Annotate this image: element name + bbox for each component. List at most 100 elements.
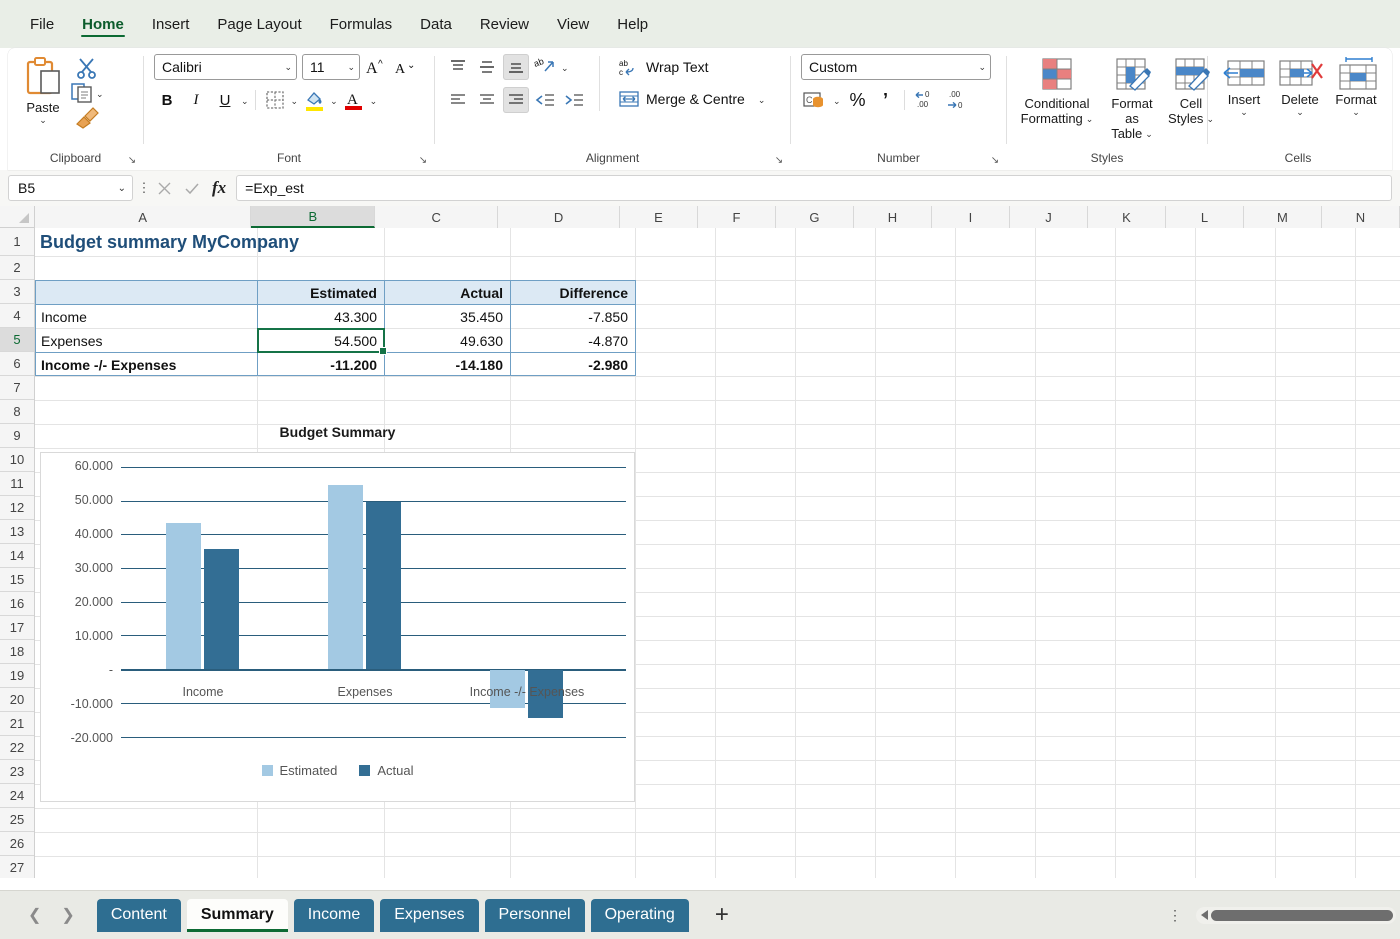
row-header-19[interactable]: 19 <box>0 664 34 688</box>
row-header-2[interactable]: 2 <box>0 256 34 280</box>
chart-bar-expenses-actual[interactable] <box>366 502 401 669</box>
chevron-down-icon[interactable]: ⌄ <box>1086 115 1094 124</box>
decrease-font-size-button[interactable]: A ⌄ <box>394 55 418 79</box>
ribbon-tab-view[interactable]: View <box>545 10 601 38</box>
row-header-23[interactable]: 23 <box>0 760 34 784</box>
table-header-cell-blank[interactable] <box>36 281 257 304</box>
horizontal-scrollbar[interactable] <box>1196 906 1396 924</box>
column-header-i[interactable]: I <box>931 206 1010 228</box>
row-header-22[interactable]: 22 <box>0 736 34 760</box>
number-dialog-launcher[interactable]: ↘ <box>988 154 1002 168</box>
sheet-tab-summary[interactable]: Summary <box>186 898 288 932</box>
row-header-10[interactable]: 10 <box>0 448 34 472</box>
row-header-6[interactable]: 6 <box>0 352 34 376</box>
chart-container[interactable]: Budget Summary 60.000 50.000 40.000 30.0… <box>40 424 635 802</box>
row-header-14[interactable]: 14 <box>0 544 34 568</box>
fill-color-button[interactable] <box>301 86 327 114</box>
chevron-down-icon[interactable]: ⌄ <box>39 116 47 125</box>
chart-legend-item-estimated[interactable]: Estimated <box>261 763 337 778</box>
format-as-table-button[interactable]: Format as Table ⌄ <box>1101 54 1163 143</box>
borders-chevron-down-icon[interactable]: ⌄ <box>291 96 299 105</box>
next-sheet-icon[interactable]: ❯ <box>61 905 74 925</box>
sheet-options-icon[interactable]: ⋮ <box>1154 908 1196 922</box>
chevron-down-icon[interactable]: ⌄ <box>1352 108 1360 117</box>
cut-button[interactable] <box>70 57 104 79</box>
paste-button[interactable]: Paste ⌄ <box>18 54 68 129</box>
align-left-button[interactable] <box>445 87 471 113</box>
table-cell-total-difference[interactable]: -2.980 <box>511 353 635 376</box>
cancel-entry-icon[interactable] <box>157 181 172 196</box>
ribbon-tab-formulas[interactable]: Formulas <box>318 10 405 38</box>
borders-button[interactable] <box>262 87 288 113</box>
row-header-5[interactable]: 5 <box>0 328 34 352</box>
column-header-e[interactable]: E <box>619 206 698 228</box>
increase-decimal-button[interactable]: 0 .00 <box>912 87 940 113</box>
table-cell-expenses-difference[interactable]: -4.870 <box>511 329 635 352</box>
decrease-decimal-button[interactable]: .00 0 <box>944 87 972 113</box>
format-painter-button[interactable] <box>70 107 104 129</box>
name-box[interactable]: B5 ⌄ <box>8 175 133 201</box>
insert-function-icon[interactable]: fx <box>212 178 226 198</box>
merge-chevron-down-icon[interactable]: ⌄ <box>752 95 766 104</box>
row-header-8[interactable]: 8 <box>0 400 34 424</box>
row-header-7[interactable]: 7 <box>0 376 34 400</box>
align-middle-button[interactable] <box>474 54 500 80</box>
chevron-down-icon[interactable]: ⌄ <box>1296 108 1304 117</box>
italic-button[interactable]: I <box>183 87 209 113</box>
align-right-button[interactable] <box>503 87 529 113</box>
align-top-button[interactable] <box>445 54 471 80</box>
fill-color-chevron-down-icon[interactable]: ⌄ <box>330 96 338 105</box>
chart-bar-income-estimated[interactable] <box>166 523 201 669</box>
number-format-select[interactable]: Custom ⌄ <box>801 54 991 80</box>
accounting-chevron-down-icon[interactable]: ⌄ <box>833 96 841 105</box>
sheet-tab-income[interactable]: Income <box>293 898 375 932</box>
percent-style-button[interactable]: % <box>845 87 871 113</box>
column-header-a[interactable]: A <box>35 206 252 228</box>
font-color-chevron-down-icon[interactable]: ⌄ <box>370 96 378 105</box>
orientation-button[interactable]: ab <box>532 54 558 80</box>
name-box-more-icon[interactable]: ⋮ <box>133 180 155 196</box>
sheet-tab-operating[interactable]: Operating <box>590 898 689 932</box>
ribbon-tab-insert[interactable]: Insert <box>140 10 202 38</box>
scrollbar-thumb[interactable] <box>1211 909 1393 921</box>
formula-input[interactable]: =Exp_est <box>236 175 1392 201</box>
align-bottom-button[interactable] <box>503 54 529 80</box>
increase-font-size-button[interactable]: A ^ <box>365 55 389 79</box>
ribbon-tab-data[interactable]: Data <box>408 10 464 38</box>
format-cells-button[interactable]: Format ⌄ <box>1328 54 1384 118</box>
row-header-26[interactable]: 26 <box>0 832 34 856</box>
table-cell-income-estimated[interactable]: 43.300 <box>258 305 384 328</box>
font-dialog-launcher[interactable]: ↘ <box>416 154 430 168</box>
table-row-label-income-minus-expenses[interactable]: Income -/- Expenses <box>36 353 257 376</box>
ribbon-tab-home[interactable]: Home <box>70 10 136 38</box>
select-all-corner[interactable] <box>0 206 35 227</box>
copy-chevron-down-icon[interactable]: ⌄ <box>96 89 104 98</box>
column-header-k[interactable]: K <box>1087 206 1166 228</box>
column-header-l[interactable]: L <box>1165 206 1244 228</box>
font-size-select[interactable]: 11 ⌄ <box>302 54 360 80</box>
conditional-formatting-button[interactable]: Conditional Formatting ⌄ <box>1015 54 1099 143</box>
previous-sheet-icon[interactable]: ❮ <box>28 905 41 925</box>
table-header-cell-difference[interactable]: Difference <box>511 281 635 304</box>
decrease-indent-button[interactable] <box>532 87 558 113</box>
table-cell-income-actual[interactable]: 35.450 <box>385 305 510 328</box>
ribbon-tab-help[interactable]: Help <box>605 10 660 38</box>
insert-cells-button[interactable]: Insert ⌄ <box>1216 54 1272 118</box>
chart-bar-expenses-estimated[interactable] <box>328 485 363 669</box>
ribbon-tab-page-layout[interactable]: Page Layout <box>205 10 313 38</box>
copy-button[interactable] <box>70 82 94 104</box>
sheet-tab-expenses[interactable]: Expenses <box>380 898 479 932</box>
row-header-25[interactable]: 25 <box>0 808 34 832</box>
ribbon-tab-review[interactable]: Review <box>468 10 541 38</box>
row-header-27[interactable]: 27 <box>0 856 34 878</box>
confirm-entry-icon[interactable] <box>184 181 200 196</box>
table-cell-total-actual[interactable]: -14.180 <box>385 353 510 376</box>
chevron-down-icon[interactable]: ⌄ <box>1145 130 1153 139</box>
bold-button[interactable]: B <box>154 87 180 113</box>
align-center-button[interactable] <box>474 87 500 113</box>
underline-button[interactable]: U <box>212 87 238 113</box>
column-header-n[interactable]: N <box>1321 206 1400 228</box>
row-header-24[interactable]: 24 <box>0 784 34 808</box>
delete-cells-button[interactable]: Delete ⌄ <box>1272 54 1328 118</box>
table-header-cell-actual[interactable]: Actual <box>385 281 510 304</box>
